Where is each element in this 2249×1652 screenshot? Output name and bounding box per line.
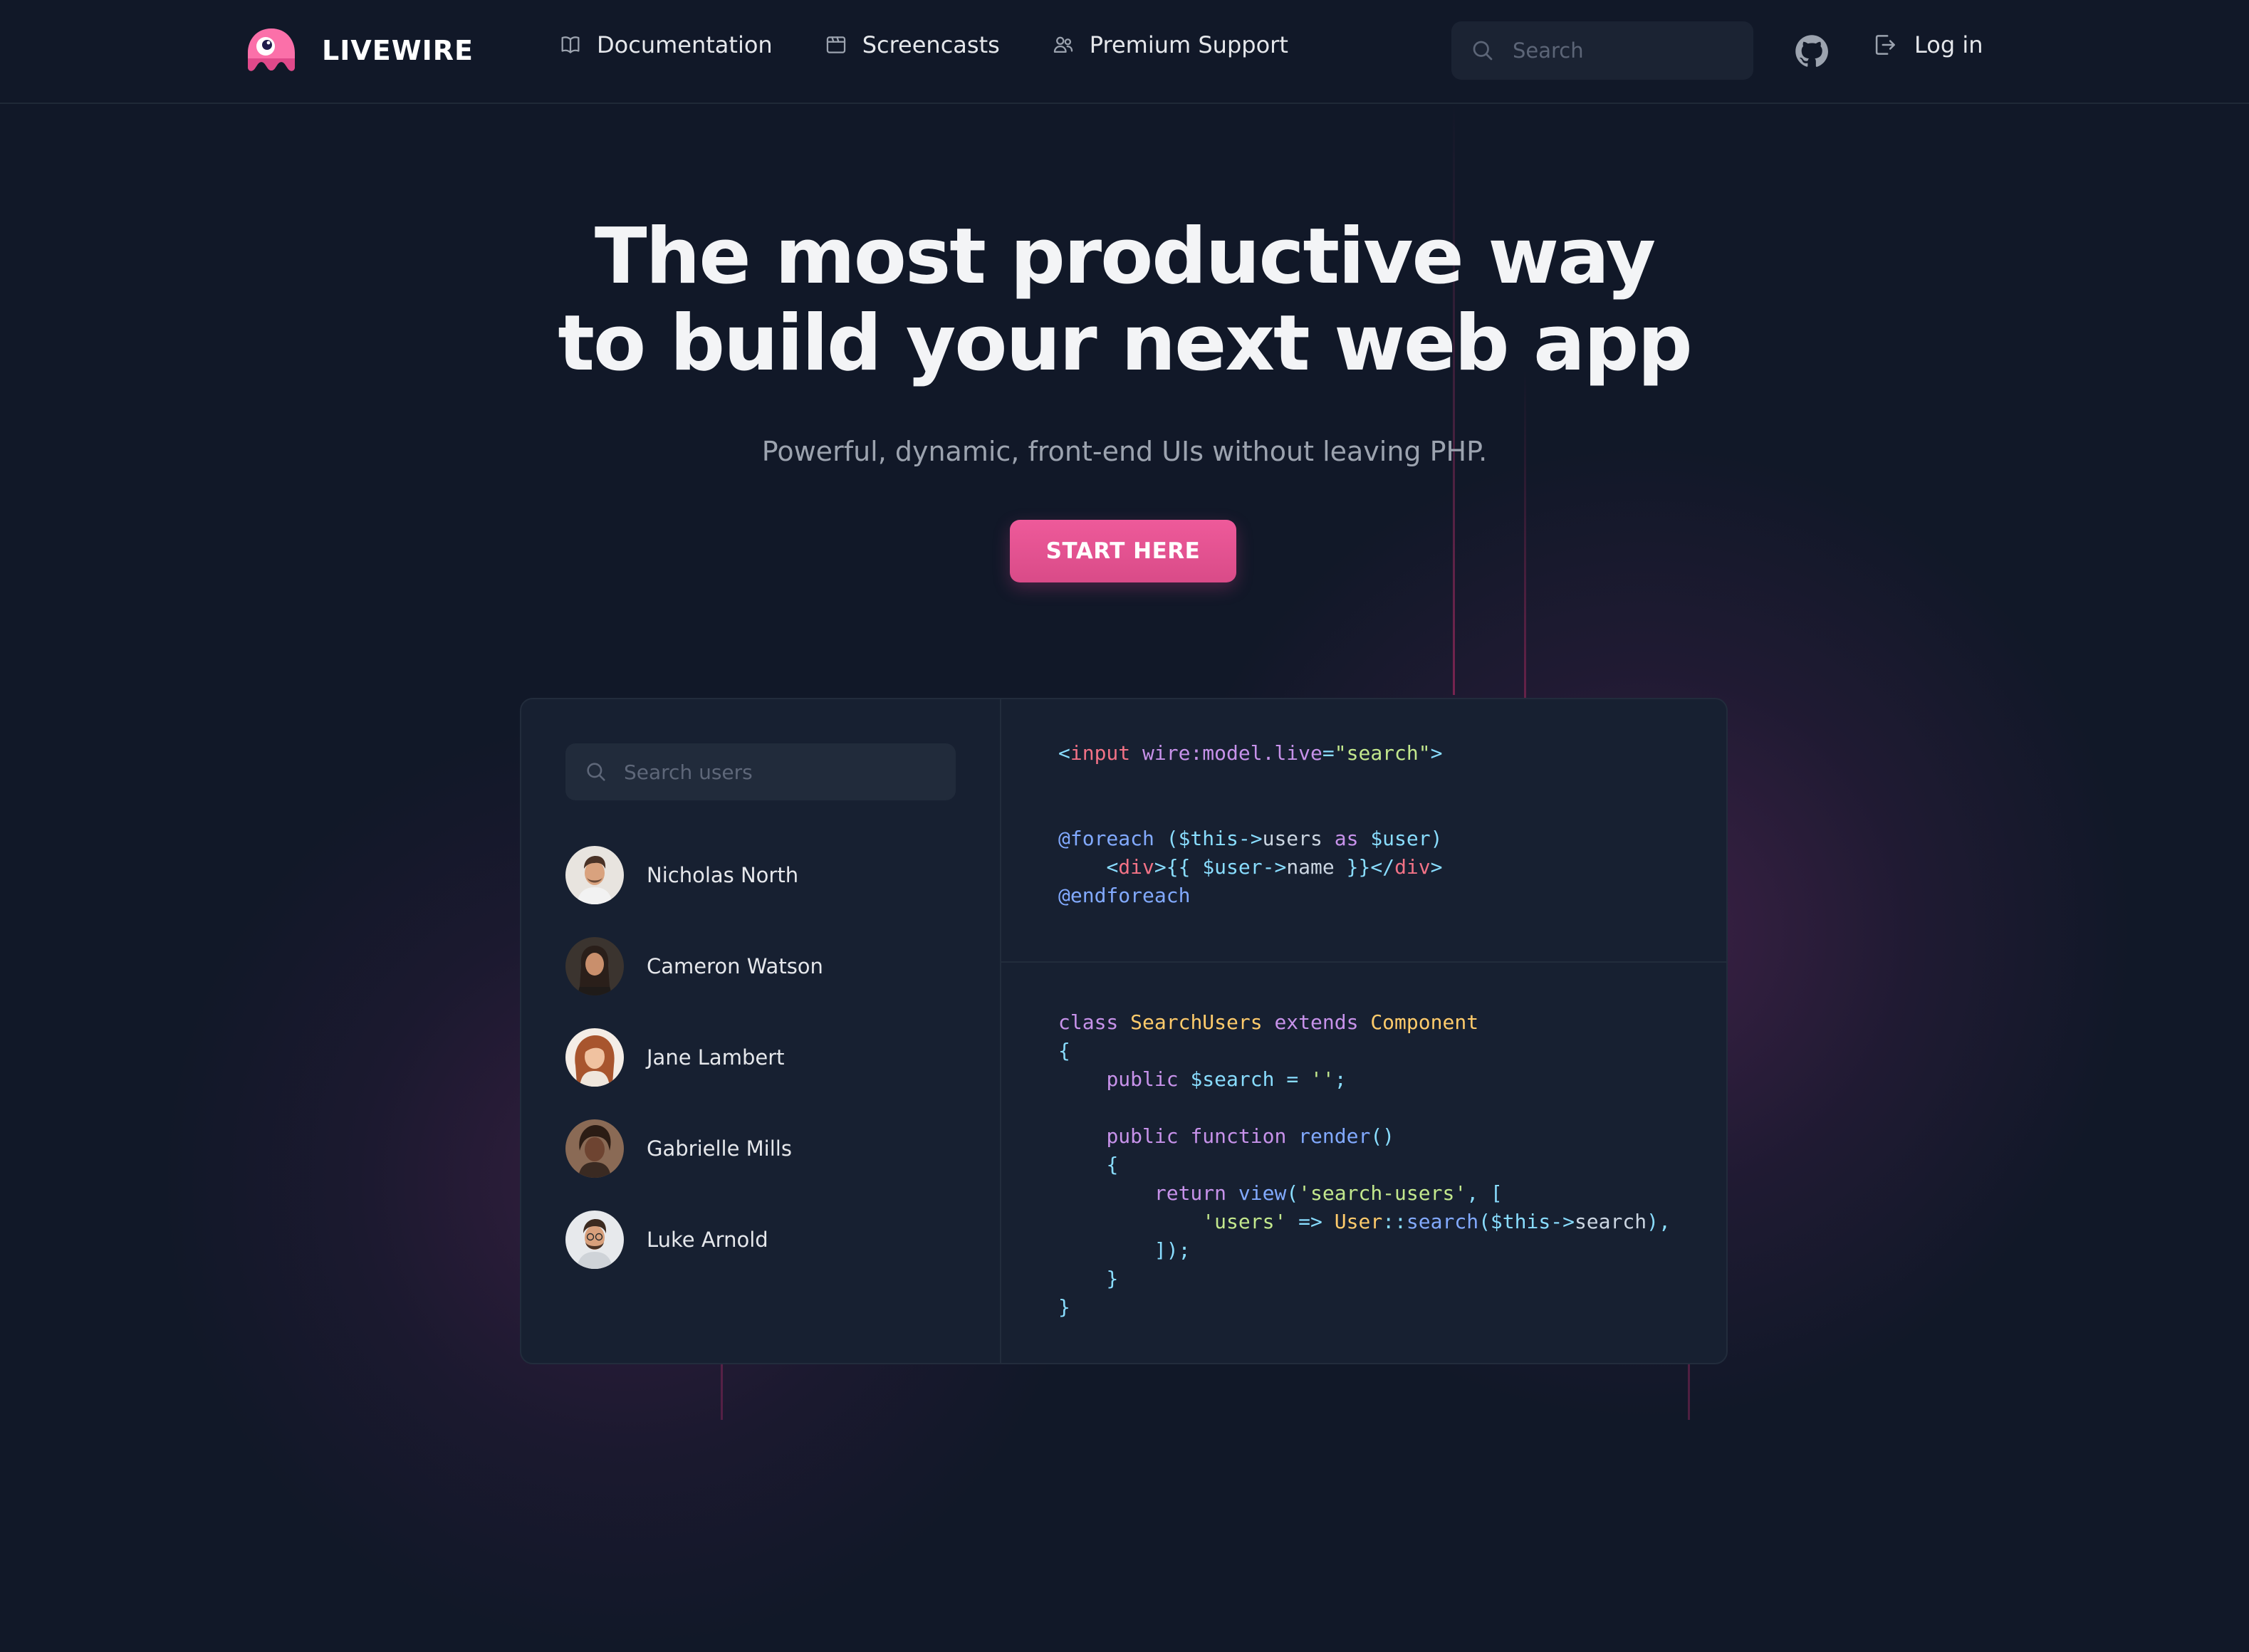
user-photo-icon [565,1028,624,1087]
site-header: LIVEWIRE Documentation Screencasts Premi… [0,0,2249,104]
list-item: Nicholas North [565,846,823,904]
login-label: Log in [1914,31,1983,58]
php-component-code: class SearchUsers extends Component { pu… [1058,1010,1671,1319]
hero-title: The most productive way to build your ne… [0,214,2249,387]
nav-label: Screencasts [862,31,1000,58]
book-icon [561,36,580,53]
hero-title-line-2: to build your next web app [558,299,1692,388]
hero-subtitle: Powerful, dynamic, front-end UIs without… [761,436,1488,467]
avatar [565,1119,624,1178]
search-icon [1473,41,1493,61]
user-search-input[interactable] [622,759,939,785]
nav-premium-support[interactable]: Premium Support [1051,31,1288,58]
user-photo-icon [565,1211,624,1269]
brand-name: LIVEWIRE [322,35,474,66]
video-icon [826,36,845,53]
login-link[interactable]: Log in [1872,31,1983,58]
github-link[interactable] [1793,33,1830,70]
list-item: Luke Arnold [565,1211,823,1269]
decorative-line [721,1360,723,1420]
avatar [565,846,624,904]
site-search-input[interactable] [1511,38,1742,63]
list-item: Cameron Watson [565,937,823,995]
search-icon [587,763,605,781]
login-icon [1875,35,1895,55]
user-name: Luke Arnold [647,1228,768,1252]
start-here-button[interactable]: START HERE [1010,520,1236,582]
github-icon [1795,35,1828,67]
demo-panel: Nicholas North Cameron Watson [520,698,1728,1364]
main-nav: Documentation Screencasts Premium Suppor… [558,31,1288,58]
code-divider [1001,961,1726,963]
site-search[interactable] [1451,21,1753,80]
nav-screencasts[interactable]: Screencasts [824,31,1000,58]
user-search[interactable] [565,743,956,800]
user-name: Jane Lambert [647,1045,785,1070]
avatar [565,937,624,995]
user-photo-icon [565,937,624,995]
code-pane: <input wire:model.live="search"> @foreac… [1001,699,1726,1363]
decorative-line [1453,104,1455,695]
hero-title-line-1: The most productive way [594,212,1656,301]
demo-preview-pane: Nicholas North Cameron Watson [521,699,1001,1363]
nav-label: Documentation [597,31,773,58]
nav-documentation[interactable]: Documentation [558,31,773,58]
decorative-line [1688,1360,1690,1420]
user-photo-icon [565,846,624,904]
list-item: Gabrielle Mills [565,1119,823,1178]
decorative-line [1524,370,1526,698]
avatar [565,1028,624,1087]
avatar [565,1211,624,1269]
livewire-logo-icon [248,28,295,71]
user-list: Nicholas North Cameron Watson Jane Lambe… [565,846,823,1302]
user-photo-icon [565,1119,624,1178]
user-name: Nicholas North [647,863,799,887]
list-item: Jane Lambert [565,1028,823,1087]
users-icon [1053,36,1073,53]
nav-label: Premium Support [1089,31,1288,58]
user-name: Gabrielle Mills [647,1136,792,1161]
blade-template-code: <input wire:model.live="search"> @foreac… [1058,741,1443,907]
user-name: Cameron Watson [647,954,823,978]
home-logo-link[interactable]: LIVEWIRE [244,27,474,74]
